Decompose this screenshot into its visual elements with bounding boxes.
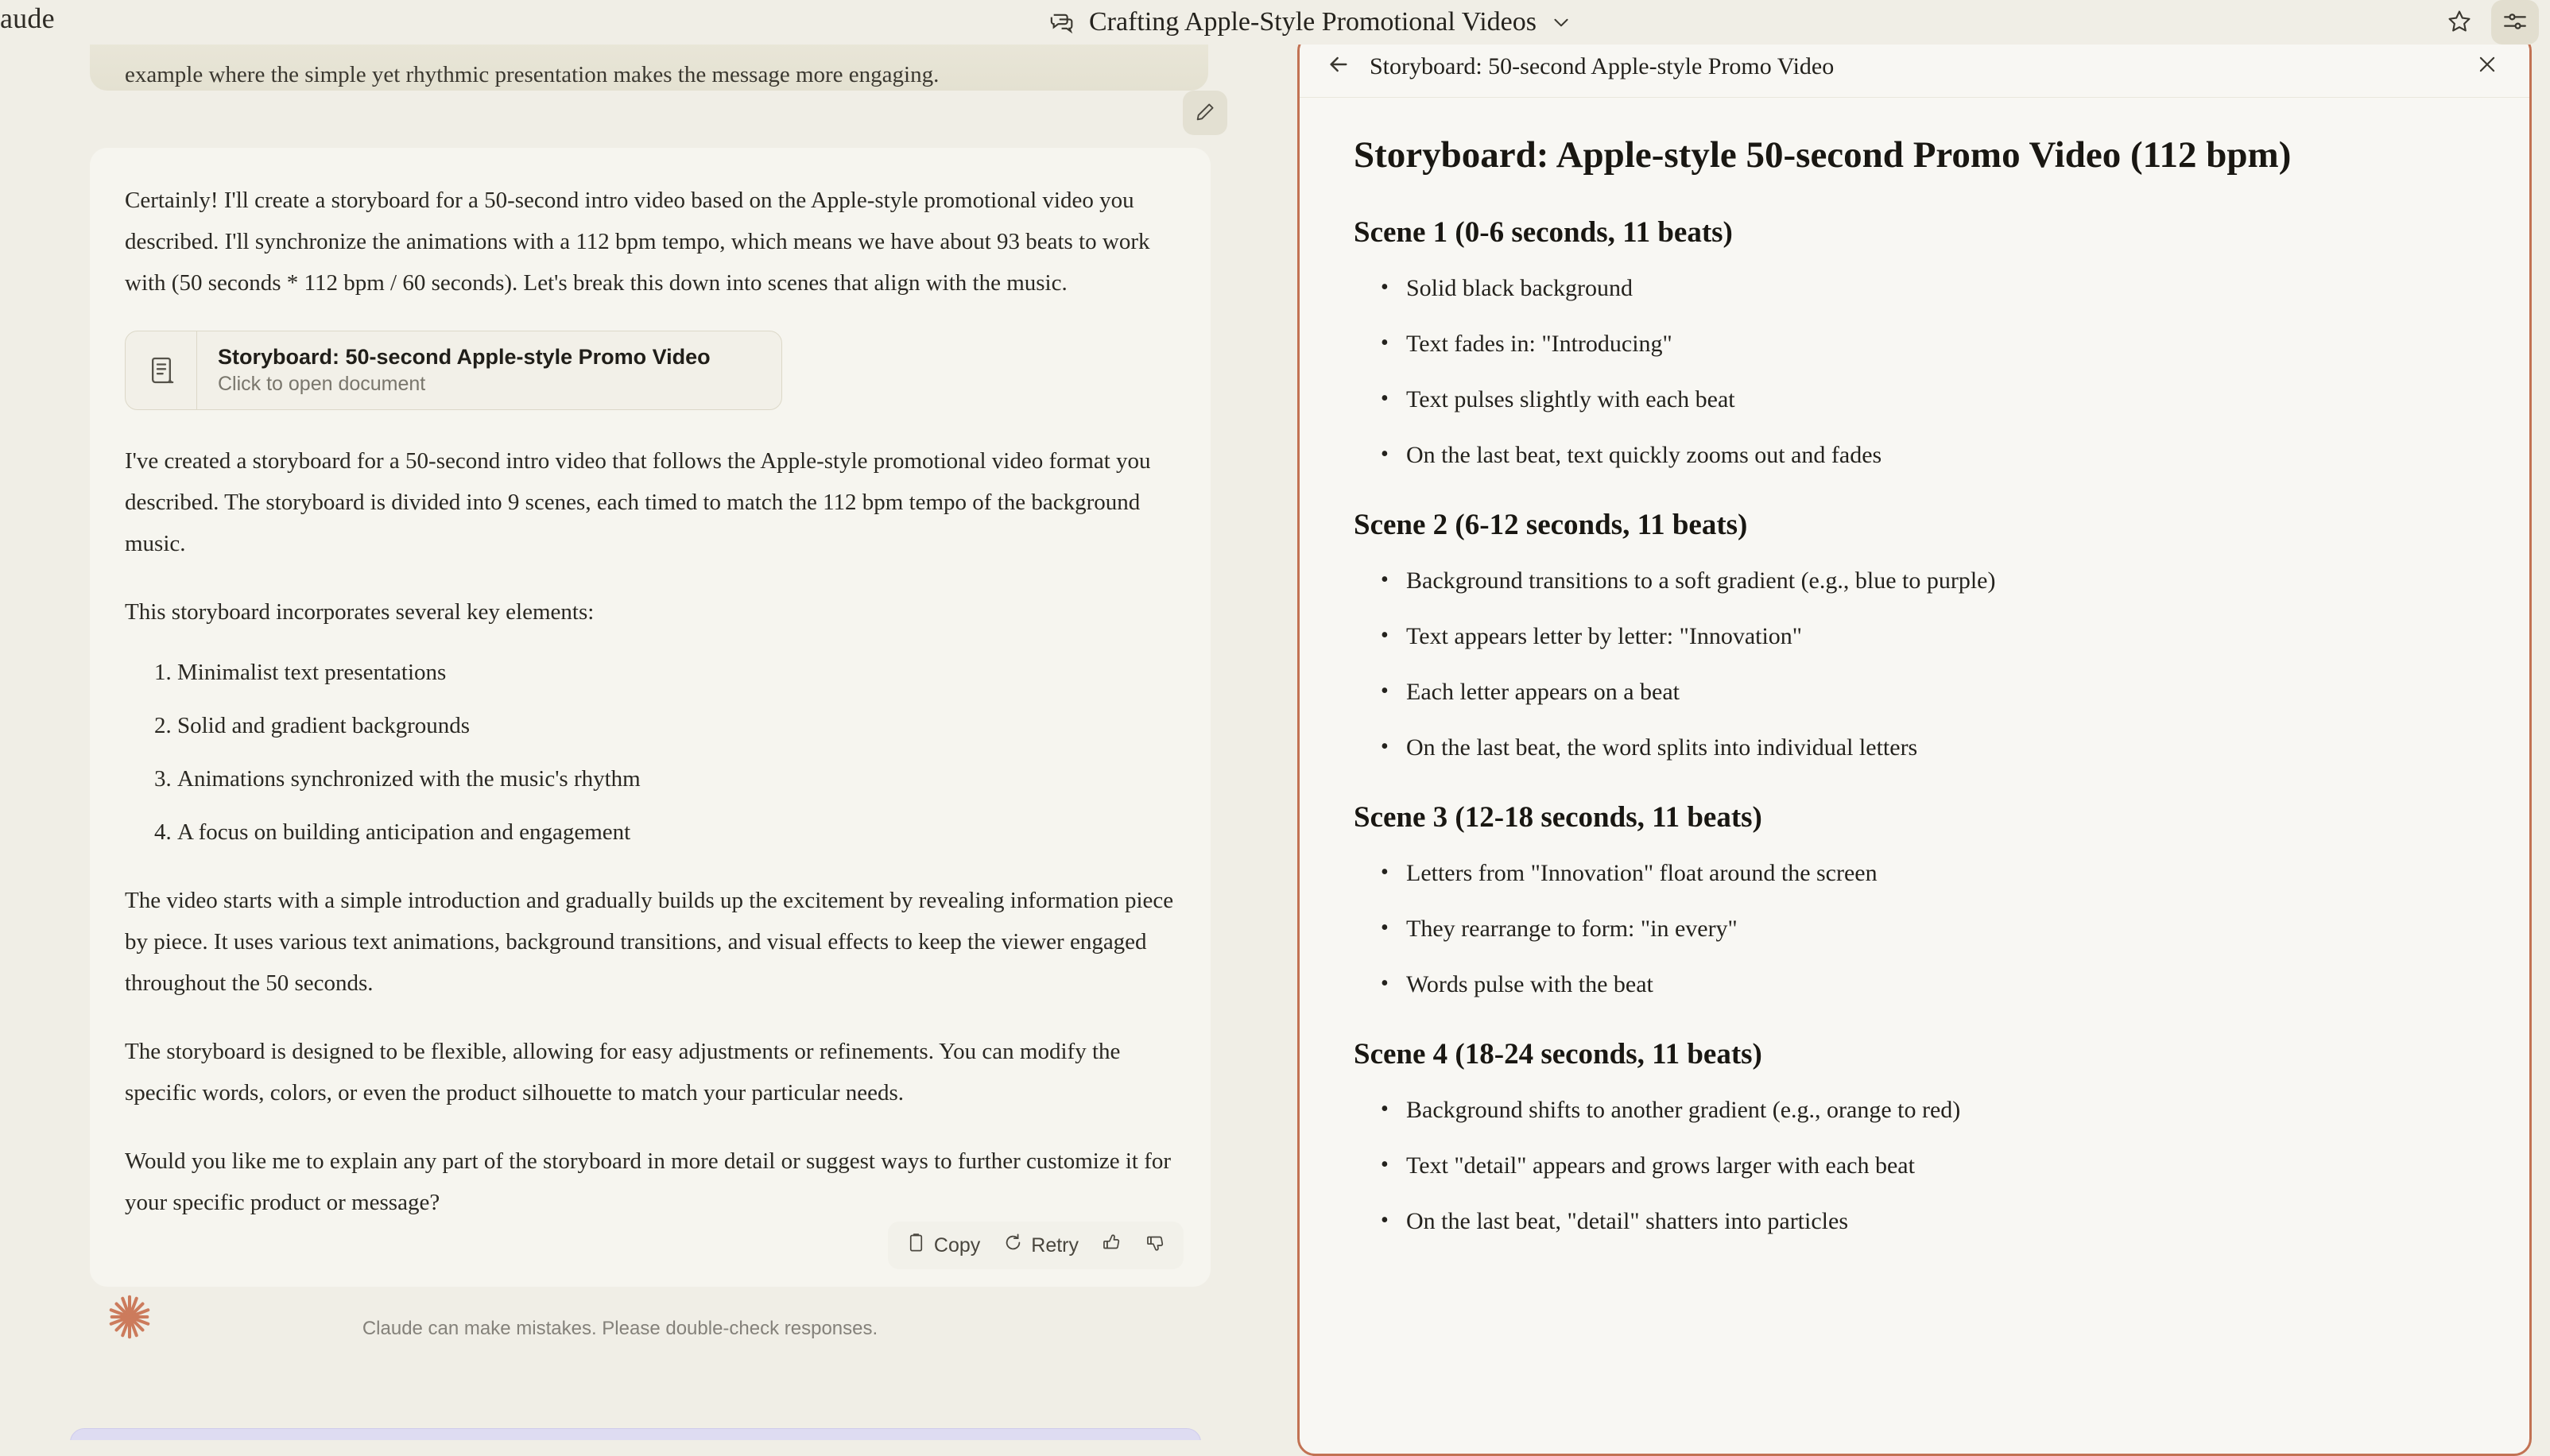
artifact-document-body: Storyboard: Apple-style 50-second Promo … <box>1300 98 2529 1454</box>
scene-heading: Scene 4 (18-24 seconds, 11 beats) <box>1354 1036 2466 1074</box>
retry-label: Retry <box>1031 1234 1079 1257</box>
artifact-back-button[interactable] <box>1320 48 1357 85</box>
clipboard-copy-icon <box>905 1232 927 1259</box>
subscribe-pro-banner: Subscribe to Pro for 5x more usage with … <box>70 1428 1201 1440</box>
artifact-attachment-card[interactable]: Storyboard: 50-second Apple-style Promo … <box>125 331 782 410</box>
chat-bubbles-icon <box>1049 9 1076 36</box>
arrow-left-icon <box>1326 52 1351 81</box>
thumbs-down-button[interactable] <box>1135 1227 1176 1264</box>
assistant-paragraph-1: Certainly! I'll create a storyboard for … <box>125 180 1176 304</box>
artifact-card-subtitle: Click to open document <box>218 370 781 397</box>
list-item: Words pulse with the beat <box>1406 969 2466 1001</box>
list-item: Solid and gradient backgrounds <box>177 705 1176 746</box>
sliders-settings-icon <box>2502 8 2529 37</box>
list-item: On the last beat, the word splits into i… <box>1406 732 2466 764</box>
scene-bullet-list: Background transitions to a soft gradien… <box>1354 565 2466 764</box>
star-favorite-button[interactable] <box>2436 0 2483 45</box>
close-x-icon <box>2475 52 2499 80</box>
scene-heading: Scene 1 (0-6 seconds, 11 beats) <box>1354 214 2466 252</box>
thumbs-down-icon <box>1145 1232 1166 1259</box>
assistant-paragraph-4: The video starts with a simple introduct… <box>125 880 1176 1004</box>
list-item: Letters from "Innovation" float around t… <box>1406 858 2466 889</box>
list-item: A focus on building anticipation and eng… <box>177 811 1176 853</box>
list-item: Text appears letter by letter: "Innovati… <box>1406 621 2466 652</box>
assistant-paragraph-3: This storyboard incorporates several key… <box>125 591 1176 633</box>
top-bar: aude Crafting Apple-Style Promotional Vi… <box>0 0 2550 45</box>
artifact-panel-title: Storyboard: 50-second Apple-style Promo … <box>1370 53 2469 80</box>
assistant-paragraph-6: Would you like me to explain any part of… <box>125 1140 1176 1223</box>
list-item: Animations synchronized with the music's… <box>177 758 1176 800</box>
claude-wordmark: aude <box>0 2 55 35</box>
chat-column: the viewer's watch time. For instance, A… <box>0 0 1275 1440</box>
key-elements-list: Minimalist text presentations Solid and … <box>125 652 1176 853</box>
list-item: Text fades in: "Introducing" <box>1406 328 2466 360</box>
scene-bullet-list: Letters from "Innovation" float around t… <box>1354 858 2466 1001</box>
assistant-paragraph-2: I've created a storyboard for a 50-secon… <box>125 440 1176 564</box>
copy-button[interactable]: Copy <box>896 1227 990 1264</box>
list-item: On the last beat, "detail" shatters into… <box>1406 1206 2466 1237</box>
edit-message-button[interactable] <box>1183 91 1227 135</box>
thumbs-up-button[interactable] <box>1091 1227 1132 1264</box>
scene-bullet-list: Background shifts to another gradient (e… <box>1354 1094 2466 1237</box>
star-icon <box>2446 8 2473 37</box>
scene-heading: Scene 2 (6-12 seconds, 11 beats) <box>1354 506 2466 544</box>
chat-title-text: Crafting Apple-Style Promotional Videos <box>1089 7 1537 37</box>
chat-title-dropdown[interactable]: Crafting Apple-Style Promotional Videos <box>1049 0 1571 45</box>
thumbs-up-icon <box>1101 1232 1122 1259</box>
list-item: On the last beat, text quickly zooms out… <box>1406 440 2466 471</box>
artifact-close-button[interactable] <box>2469 48 2505 85</box>
list-item: Text "detail" appears and grows larger w… <box>1406 1150 2466 1182</box>
top-bar-actions <box>2436 0 2539 45</box>
chevron-down-icon[interactable] <box>1551 12 1571 33</box>
copy-label: Copy <box>934 1234 980 1257</box>
list-item: Solid black background <box>1406 273 2466 304</box>
settings-sliders-button[interactable] <box>2491 0 2539 45</box>
disclaimer-text: Claude can make mistakes. Please double-… <box>0 1318 1240 1340</box>
retry-button[interactable]: Retry <box>993 1227 1088 1264</box>
assistant-paragraph-5: The storyboard is designed to be flexibl… <box>125 1031 1176 1113</box>
list-item: Each letter appears on a beat <box>1406 676 2466 708</box>
message-actions-toolbar: Copy Retry <box>888 1222 1184 1269</box>
list-item: Background transitions to a soft gradien… <box>1406 565 2466 597</box>
document-title: Storyboard: Apple-style 50-second Promo … <box>1354 131 2466 179</box>
assistant-message-card: Certainly! I'll create a storyboard for … <box>90 148 1211 1287</box>
list-item: Background shifts to another gradient (e… <box>1406 1094 2466 1126</box>
pencil-edit-icon <box>1194 101 1216 126</box>
refresh-retry-icon <box>1002 1232 1024 1259</box>
artifact-panel-header: Storyboard: 50-second Apple-style Promo … <box>1300 36 2529 98</box>
list-item: Minimalist text presentations <box>177 652 1176 693</box>
artifact-card-title: Storyboard: 50-second Apple-style Promo … <box>218 343 781 370</box>
scene-bullet-list: Solid black background Text fades in: "I… <box>1354 273 2466 471</box>
user-message-visible-line: example where the simple yet rhythmic pr… <box>125 52 1173 91</box>
list-item: Text pulses slightly with each beat <box>1406 384 2466 416</box>
scene-heading: Scene 3 (12-18 seconds, 11 beats) <box>1354 799 2466 837</box>
artifact-panel: Storyboard: 50-second Apple-style Promo … <box>1297 33 2532 1456</box>
document-scroll-icon <box>126 331 197 409</box>
list-item: They rearrange to form: "in every" <box>1406 913 2466 945</box>
